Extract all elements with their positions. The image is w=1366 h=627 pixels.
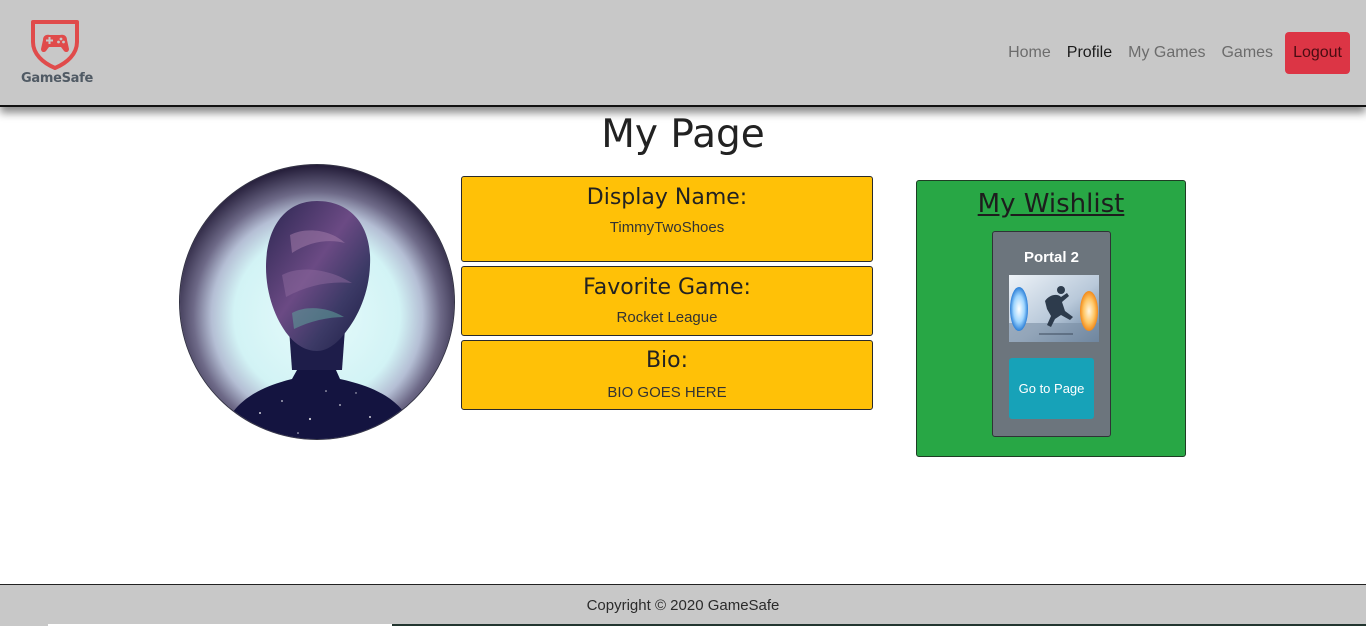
silhouette-avatar-image	[180, 165, 454, 439]
portal-2-cover-image[interactable]	[1009, 275, 1099, 342]
nav-games[interactable]: Games	[1221, 44, 1273, 62]
avatar	[179, 164, 455, 440]
copyright-text: Copyright © 2020 GameSafe	[586, 597, 780, 614]
main-nav: Home Profile My Games Games Logout	[992, 32, 1350, 74]
page-title: My Page	[601, 112, 765, 157]
brand-link[interactable]: GameSafe	[18, 18, 96, 90]
nav-profile[interactable]: Profile	[1067, 44, 1112, 62]
gamepad-shield-icon	[31, 20, 79, 70]
wishlist-panel: My Wishlist Portal 2 Go to Page	[916, 180, 1186, 457]
favorite-game-card: Favorite Game: Rocket League	[461, 266, 873, 336]
navbar: GameSafe Home Profile My Games Games Log…	[0, 0, 1366, 107]
logout-button[interactable]: Logout	[1285, 32, 1350, 74]
bio-card: Bio: BIO GOES HERE	[461, 340, 873, 410]
display-name-value: TimmyTwoShoes	[609, 219, 725, 236]
wishlist-title-link[interactable]: My Wishlist	[917, 187, 1185, 221]
bio-value: BIO GOES HERE	[607, 384, 727, 401]
bio-label: Bio:	[645, 348, 689, 373]
nav-home[interactable]: Home	[1008, 44, 1051, 62]
go-to-page-button[interactable]: Go to Page	[1009, 358, 1094, 419]
footer: Copyright © 2020 GameSafe	[0, 584, 1366, 626]
display-name-card: Display Name: TimmyTwoShoes	[461, 176, 873, 262]
wishlist-game-card: Portal 2 Go to Page	[992, 231, 1111, 437]
nav-my-games[interactable]: My Games	[1128, 44, 1205, 62]
favorite-game-label: Favorite Game:	[583, 275, 751, 300]
favorite-game-value: Rocket League	[616, 309, 718, 326]
display-name-label: Display Name:	[586, 185, 748, 210]
game-cover-art-icon	[1009, 275, 1099, 342]
game-title: Portal 2	[1023, 249, 1080, 266]
brand-name: GameSafe	[20, 71, 93, 86]
